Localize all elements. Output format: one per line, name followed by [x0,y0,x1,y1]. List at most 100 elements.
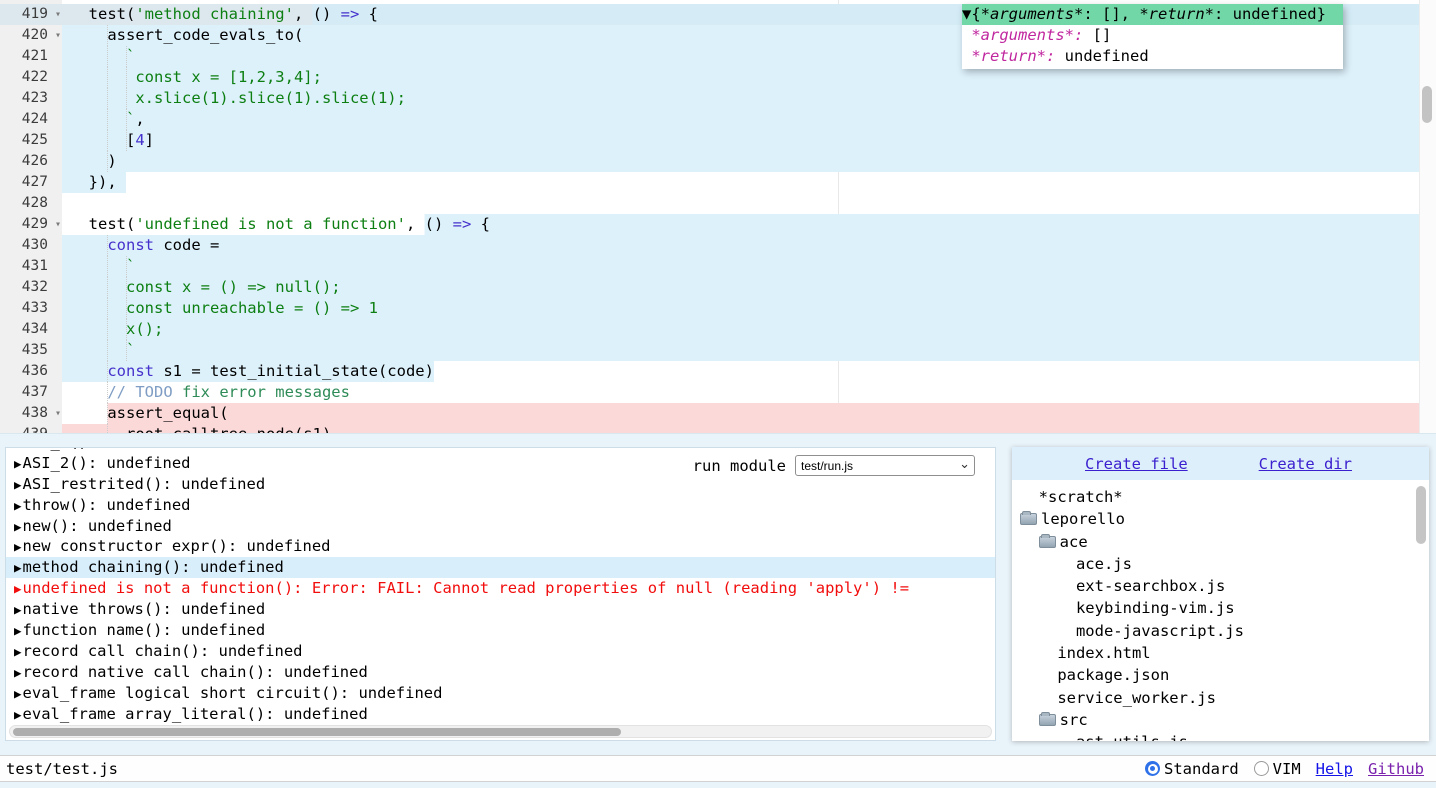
gutter-line-number[interactable]: 434 [0,319,62,340]
test-result-item[interactable]: ▶undefined is not a function(): Error: F… [14,578,995,599]
code-line-438[interactable]: 438▾ assert_equal( [0,403,1436,424]
code-line-428[interactable]: 428 [0,193,1436,214]
gutter-line-number[interactable]: 439 [0,424,62,434]
expand-icon[interactable]: ▶ [14,623,22,638]
gutter-line-number[interactable]: 424 [0,109,62,130]
radio-unselected-icon[interactable] [1254,761,1269,776]
create-file-link[interactable]: Create file [1085,455,1188,473]
code-line-430[interactable]: 430 const code = [0,235,1436,256]
results-horizontal-scrollbar[interactable] [9,725,992,738]
code-text[interactable]: const x = () => null(); [62,277,1436,298]
gutter-line-number[interactable]: 419▾ [0,4,62,25]
code-line-425[interactable]: 425 [4] [0,130,1436,151]
code-text[interactable]: x(); [62,319,1436,340]
code-text[interactable]: test('undefined is not a function', () =… [62,214,1436,235]
gutter-line-number[interactable]: 425 [0,130,62,151]
gutter-line-number[interactable]: 431 [0,256,62,277]
expand-icon[interactable]: ▶ [14,686,22,701]
code-line-432[interactable]: 432 const x = () => null(); [0,277,1436,298]
code-line-437[interactable]: 437 // TODO fix error messages [0,382,1436,403]
gutter-line-number[interactable]: 438▾ [0,403,62,424]
code-text[interactable]: assert_equal( [62,403,1436,424]
file-tree-item[interactable]: src [1012,709,1429,731]
code-line-436[interactable]: 436 const s1 = test_initial_state(code) [0,361,1436,382]
gutter-line-number[interactable]: 433 [0,298,62,319]
code-text[interactable]: const code = [62,235,1436,256]
file-tree-item[interactable]: ast_utils.js [1012,731,1429,741]
keybinding-standard-option[interactable]: Standard [1145,760,1239,778]
radio-selected-icon[interactable] [1145,761,1160,776]
value-inspector-tooltip[interactable]: ▼{*arguments*: [], *return*: undefined} … [962,4,1343,69]
code-text[interactable]: const s1 = test_initial_state(code) [62,361,1436,382]
code-line-435[interactable]: 435 ` [0,340,1436,361]
help-link[interactable]: Help [1316,760,1353,778]
expand-icon[interactable]: ▶ [14,602,22,617]
test-result-item[interactable]: ▶ASI_restrited(): undefined [14,474,995,495]
file-tree-item[interactable]: ace.js [1012,553,1429,575]
code-line-433[interactable]: 433 const unreachable = () => 1 [0,298,1436,319]
github-link[interactable]: Github [1368,760,1424,778]
code-line-423[interactable]: 423 x.slice(1).slice(1).slice(1); [0,88,1436,109]
test-result-item[interactable]: ▶native throws(): undefined [14,599,995,620]
test-result-item[interactable]: ▶new(): undefined [14,516,995,537]
code-text[interactable]: `, [62,109,1436,130]
expand-icon[interactable]: ▶ [14,519,22,534]
code-text[interactable]: ` [62,340,1436,361]
expand-icon[interactable]: ▶ [14,665,22,680]
file-tree-item[interactable]: ace [1012,531,1429,553]
gutter-line-number[interactable]: 427 [0,172,62,193]
gutter-line-number[interactable]: 428 [0,193,62,214]
tooltip-entry[interactable]: *return*: undefined [962,46,1343,67]
expand-icon[interactable]: ▶ [14,560,22,575]
code-text[interactable]: [4] [62,130,1436,151]
editor-vertical-scrollbar[interactable] [1419,0,1436,433]
test-result-item[interactable]: ▶record call chain(): undefined [14,641,995,662]
gutter-line-number[interactable]: 430 [0,235,62,256]
test-result-item[interactable]: ▶method chaining(): undefined [6,557,995,578]
scrollbar-thumb[interactable] [1422,86,1432,123]
test-result-item[interactable]: ▶new constructor expr(): undefined [14,536,995,557]
file-tree-item[interactable]: keybinding-vim.js [1012,597,1429,619]
tooltip-header[interactable]: ▼{*arguments*: [], *return*: undefined} [962,4,1343,25]
tree-vertical-scrollbar[interactable] [1416,484,1427,736]
file-tree-item[interactable]: leporello [1012,508,1429,530]
create-dir-link[interactable]: Create dir [1259,455,1352,473]
keybinding-vim-option[interactable]: VIM [1254,760,1301,778]
code-text[interactable]: const x = [1,2,3,4]; [62,67,1436,88]
code-line-434[interactable]: 434 x(); [0,319,1436,340]
code-text[interactable]: }), [62,172,1436,193]
test-result-item[interactable]: ▶eval_frame logical short circuit(): und… [14,683,995,704]
gutter-line-number[interactable]: 429▾ [0,214,62,235]
file-tree-item[interactable]: service_worker.js [1012,687,1429,709]
code-line-426[interactable]: 426 ) [0,151,1436,172]
file-tree-item[interactable]: mode-javascript.js [1012,620,1429,642]
code-text[interactable]: ) [62,151,1436,172]
code-text[interactable]: // TODO fix error messages [62,382,1436,403]
gutter-line-number[interactable]: 426 [0,151,62,172]
test-result-item[interactable]: ▶throw(): undefined [14,495,995,516]
expand-icon[interactable]: ▶ [14,581,22,596]
gutter-line-number[interactable]: 420▾ [0,25,62,46]
fold-arrow-icon[interactable]: ▾ [55,25,61,46]
expand-icon[interactable]: ▶ [14,707,22,722]
tooltip-entry[interactable]: *arguments*: [] [962,25,1343,46]
expand-icon[interactable]: ▶ [14,539,22,554]
test-result-item[interactable]: ▶function name(): undefined [14,620,995,641]
code-line-429[interactable]: 429▾ test('undefined is not a function',… [0,214,1436,235]
code-text[interactable]: const unreachable = () => 1 [62,298,1436,319]
code-line-431[interactable]: 431 ` [0,256,1436,277]
code-editor[interactable]: 419▾ test('method chaining', () => {420▾… [0,0,1436,434]
code-text[interactable] [62,193,1436,214]
expand-icon[interactable]: ▶ [14,644,22,659]
expand-icon[interactable]: ▶ [14,477,22,492]
code-text[interactable]: x.slice(1).slice(1).slice(1); [62,88,1436,109]
gutter-line-number[interactable]: 423 [0,88,62,109]
file-tree-item[interactable]: *scratch* [1012,486,1429,508]
gutter-line-number[interactable]: 422 [0,67,62,88]
test-result-item[interactable]: ▶record native call chain(): undefined [14,662,995,683]
collapse-triangle-icon[interactable]: ▼{ [962,5,981,23]
code-line-422[interactable]: 422 const x = [1,2,3,4]; [0,67,1436,88]
scrollbar-thumb[interactable] [1416,486,1426,544]
run-module-select[interactable]: test/run.js ⌄ [795,455,975,476]
fold-arrow-icon[interactable]: ▾ [55,214,61,235]
